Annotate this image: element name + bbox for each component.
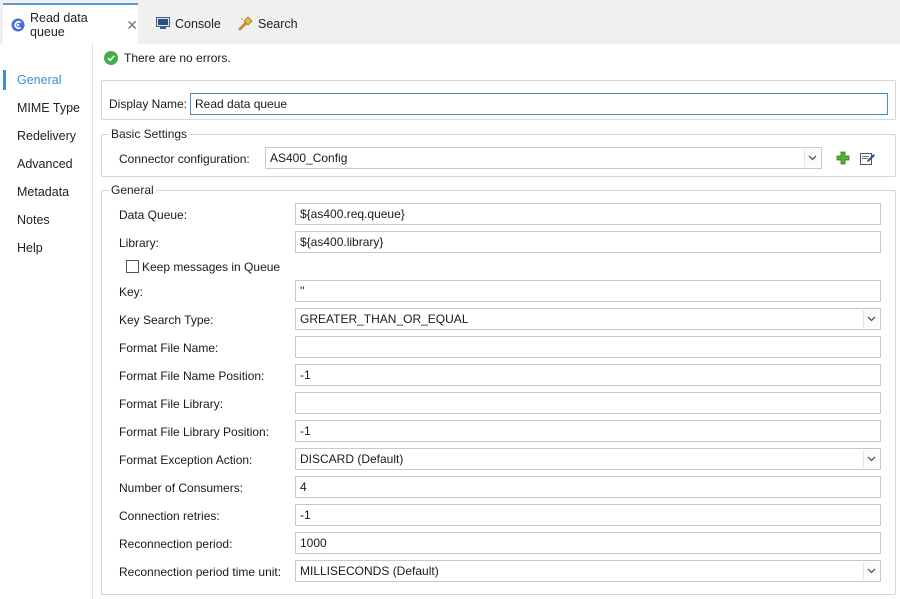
key-search-type-value: GREATER_THAN_OR_EQUAL [300,312,469,326]
chevron-down-icon[interactable] [804,149,820,167]
display-name-label: Display Name: [109,97,188,111]
sidebar-item-label: Help [17,241,43,255]
keep-messages-checkbox[interactable] [126,260,139,273]
sidebar-item-label: General [17,73,62,87]
format-file-library-input[interactable] [295,392,881,414]
library-input[interactable]: ${as400.library} [295,231,881,253]
close-icon[interactable]: ✕ [126,18,138,32]
reconnection-period-time-unit-value: MILLISECONDS (Default) [300,564,439,578]
connection-retries-input[interactable]: -1 [295,504,881,526]
edit-icon[interactable] [858,149,876,167]
sidebar-item-redelivery[interactable]: Redelivery [0,122,92,150]
format-file-name-position-input[interactable]: -1 [295,364,881,386]
sidebar-item-general[interactable]: General [0,66,92,94]
connector-configuration-value: AS400_Config [270,151,348,165]
tab-search[interactable]: Search [232,3,304,44]
format-exception-action-select[interactable]: DISCARD (Default) [295,448,881,470]
library-label: Library: [119,236,160,250]
editor-tab-bar: Read data queue ✕ Console Search [0,0,900,44]
sidebar-item-label: MIME Type [17,101,80,115]
sidebar-item-label: Notes [17,213,50,227]
data-queue-input[interactable]: ${as400.req.queue} [295,203,881,225]
data-queue-label: Data Queue: [119,208,188,222]
tab-label: Console [175,16,221,31]
key-search-type-select[interactable]: GREATER_THAN_OR_EQUAL [295,308,881,330]
connector-icon [11,18,25,32]
basic-settings-legend: Basic Settings [109,127,190,141]
chevron-down-icon[interactable] [863,450,879,468]
format-file-library-label: Format File Library: [119,397,224,411]
key-search-type-label: Key Search Type: [119,313,214,327]
sidebar-item-advanced[interactable]: Advanced [0,150,92,178]
number-of-consumers-label: Number of Consumers: [119,481,244,495]
format-file-library-position-input[interactable]: -1 [295,420,881,442]
keep-messages-label: Keep messages in Queue [142,260,281,274]
connector-configuration-select[interactable]: AS400_Config [265,147,822,169]
general-settings-legend: General [109,183,156,197]
connector-configuration-label: Connector configuration: [119,152,250,166]
sidebar-item-help[interactable]: Help [0,234,92,262]
connection-retries-label: Connection retries: [119,509,220,523]
tab-console[interactable]: Console [150,3,230,44]
sidebar-item-label: Metadata [17,185,70,199]
number-of-consumers-input[interactable]: 4 [295,476,881,498]
sidebar-item-metadata[interactable]: Metadata [0,178,92,206]
format-exception-action-value: DISCARD (Default) [300,452,404,466]
sidebar-item-label: Advanced [17,157,73,171]
check-circle-icon [104,51,118,65]
sidebar-item-notes[interactable]: Notes [0,206,92,234]
key-label: Key: [119,285,144,299]
sidebar: General MIME Type Redelivery Advanced Me… [0,44,93,599]
key-input[interactable]: '' [295,280,881,302]
display-name-input[interactable]: Read data queue [190,93,888,115]
format-file-name-input[interactable] [295,336,881,358]
format-file-library-position-label: Format File Library Position: [119,425,270,439]
tab-label: Search [258,16,298,31]
status-text: There are no errors. [124,51,231,65]
tab-read-data-queue[interactable]: Read data queue ✕ [3,3,138,44]
sidebar-item-mime-type[interactable]: MIME Type [0,94,92,122]
reconnection-period-time-unit-label: Reconnection period time unit: [119,565,282,579]
search-flashlight-icon [238,16,253,31]
reconnection-period-input[interactable]: 1000 [295,532,881,554]
validation-status: There are no errors. [104,50,231,66]
format-file-name-label: Format File Name: [119,341,219,355]
chevron-down-icon[interactable] [863,562,879,580]
sidebar-item-label: Redelivery [17,129,77,143]
reconnection-period-time-unit-select[interactable]: MILLISECONDS (Default) [295,560,881,582]
reconnection-period-label: Reconnection period: [119,537,233,551]
console-icon [156,17,170,30]
chevron-down-icon[interactable] [863,310,879,328]
plus-icon[interactable] [834,149,852,167]
format-exception-action-label: Format Exception Action: [119,453,253,467]
format-file-name-position-label: Format File Name Position: [119,369,265,383]
tab-label: Read data queue [30,10,88,39]
